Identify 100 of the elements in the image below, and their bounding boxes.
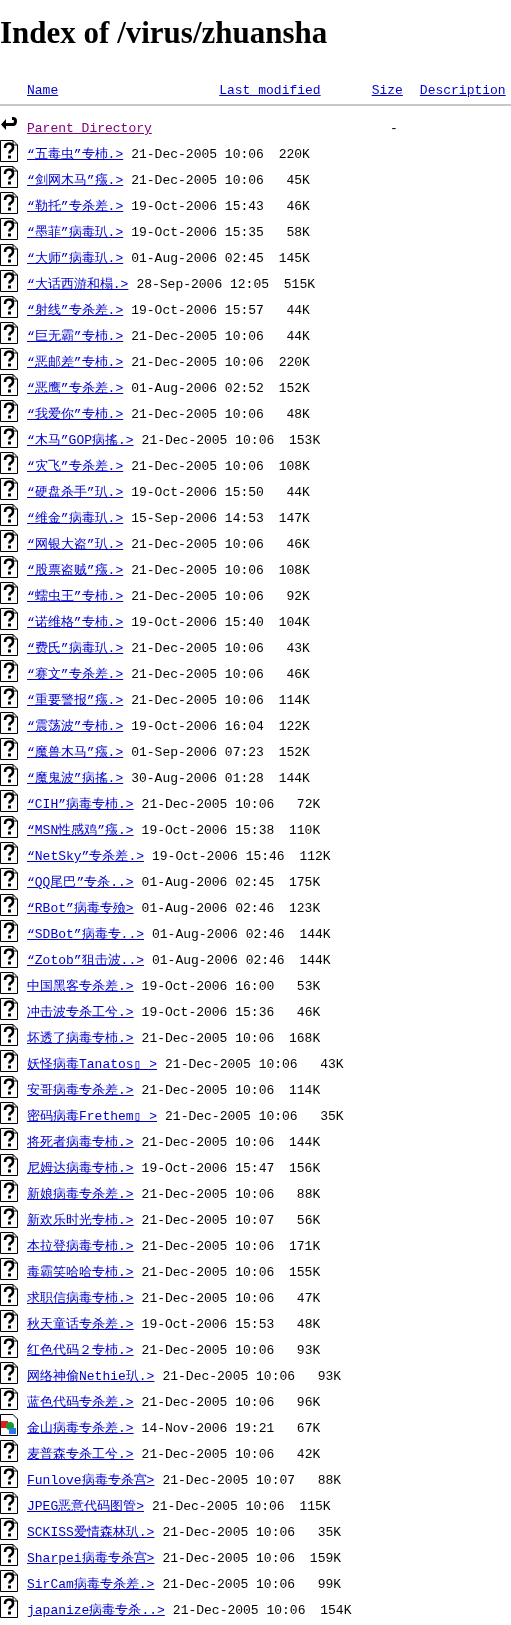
column-sort-link[interactable]: Size — [371, 83, 403, 98]
file-link[interactable]: “CIH”病毒专杮.> — [27, 796, 134, 814]
modified-date: 01-Aug-2006 02:52 — [131, 380, 264, 398]
modified-date: 21-Dec-2005 10:06 — [162, 1524, 296, 1542]
file-link[interactable]: “大话西游和榻.> — [27, 276, 129, 294]
file-link[interactable]: “大师”病毒玐.> — [27, 250, 124, 268]
file-link[interactable]: 冲击波专杀工兮.> — [27, 1004, 134, 1022]
file-size: 171K — [288, 1238, 321, 1256]
file-size: 42K — [295, 1446, 321, 1464]
file-link[interactable]: “巨无霸”专杮.> — [27, 328, 124, 346]
unknown-file-icon — [0, 738, 18, 760]
file-size: 168K — [288, 1030, 321, 1048]
file-link[interactable]: “SDBot”病毒专..> — [27, 926, 144, 944]
file-size: 144K — [298, 952, 331, 970]
modified-date: 21-Dec-2005 10:06 — [131, 354, 264, 372]
file-size: - — [389, 120, 398, 138]
file-link[interactable]: 本拉登病毒专杮.> — [27, 1238, 134, 1256]
file-link[interactable]: “硬盘杀手”玐.> — [27, 484, 124, 502]
file-link[interactable]: 中国黑客专杀差.> — [27, 978, 134, 996]
file-link[interactable]: Funlove病毒专杀宫> — [27, 1472, 155, 1490]
unknown-file-icon — [0, 400, 18, 422]
file-link[interactable]: 秋天童话专杀差.> — [27, 1316, 134, 1334]
file-link[interactable]: 坏透了病毒专杮.> — [27, 1030, 134, 1048]
file-link[interactable]: “股票盗贼”瘬.> — [27, 562, 124, 580]
file-link[interactable]: “蠕虫王”专杮.> — [27, 588, 124, 606]
file-size: 67K — [295, 1420, 321, 1438]
file-link[interactable]: “MSN性感鸡”瘬.> — [27, 822, 134, 840]
file-link[interactable]: 麦普森专杀工兮.> — [27, 1446, 134, 1464]
file-link[interactable]: “费氏”病毒玐.> — [27, 640, 124, 658]
file-link[interactable]: 金山病毒专杀差.> — [27, 1420, 134, 1438]
file-link[interactable]: “木马”GOP病搖.> — [27, 432, 134, 450]
unknown-file-icon — [0, 192, 18, 214]
file-link[interactable]: “恶鹰”专杀差.> — [27, 380, 124, 398]
file-link[interactable]: “重要警报”瘬.> — [27, 692, 124, 710]
unknown-file-icon — [0, 1544, 18, 1566]
file-link[interactable]: SCKISS爱情森林玐.> — [27, 1524, 155, 1542]
file-link[interactable]: 网络神偷Nethie玐.> — [27, 1368, 155, 1386]
unknown-file-icon — [0, 1180, 18, 1202]
file-link[interactable]: 安哥病毒专杀差.> — [27, 1082, 134, 1100]
file-size: 115K — [298, 1498, 331, 1516]
modified-date: 01-Aug-2006 02:45 — [131, 250, 264, 268]
file-link[interactable]: 求职信病毒专杮.> — [27, 1290, 134, 1308]
file-link[interactable]: “剑网木马”瘬.> — [27, 172, 124, 190]
file-size: 515K — [282, 276, 316, 294]
file-link[interactable]: “射线”专杀差.> — [27, 302, 124, 320]
file-link[interactable]: “魔鬼波”病搖.> — [27, 770, 124, 788]
file-link[interactable]: “QQ尾巴”专杀..> — [27, 874, 134, 892]
modified-date: 21-Dec-2005 10:06 — [141, 1134, 275, 1152]
column-sort-link[interactable]: Last modified — [219, 83, 321, 98]
file-link[interactable]: 红色代码２专杮.> — [27, 1342, 134, 1360]
file-link[interactable]: “赛文”专杀差.> — [27, 666, 124, 684]
modified-date: 21-Dec-2005 10:06 — [131, 458, 264, 476]
file-link[interactable]: “恶邮差”专杮.> — [27, 354, 124, 372]
unknown-file-icon — [0, 1258, 18, 1280]
modified-date: 19-Oct-2006 15:40 — [131, 614, 264, 632]
file-link[interactable]: “五毒虫”专杮.> — [27, 146, 124, 164]
file-link[interactable]: JPEG恶意代码图管> — [27, 1498, 144, 1516]
unknown-file-icon — [0, 452, 18, 474]
file-size: 58K — [285, 224, 310, 242]
file-link[interactable]: 毒霸笑哈哈专杮.> — [27, 1264, 134, 1282]
file-link[interactable]: “RBot”病毒专殮> — [27, 900, 134, 918]
file-link[interactable]: “维金”病毒玐.> — [27, 510, 124, 528]
file-link[interactable]: “震荡波”专杮.> — [27, 718, 124, 736]
unknown-file-icon — [0, 842, 18, 864]
unknown-file-icon — [0, 582, 18, 604]
file-link[interactable]: 将死者病毒专杮.> — [27, 1134, 134, 1152]
modified-date: 21-Dec-2005 10:06 — [131, 328, 264, 346]
unknown-file-icon — [0, 1336, 18, 1358]
file-size: 144K — [277, 770, 310, 788]
file-link[interactable]: 蓝色代码专杀差.> — [27, 1394, 134, 1412]
file-link[interactable]: japanize病毒专杀..> — [27, 1602, 165, 1620]
file-link[interactable]: 密码病毒Frethem▯ > — [27, 1108, 158, 1126]
file-size: 220K — [277, 146, 310, 164]
file-size: 46K — [295, 1004, 321, 1022]
file-link[interactable]: “网银大盗”玐.> — [27, 536, 124, 554]
file-link[interactable]: “Zotob”狙击波..> — [27, 952, 144, 970]
file-link[interactable]: “魔兽木马”瘬.> — [27, 744, 124, 762]
file-link[interactable]: Parent Directory — [27, 120, 152, 138]
unknown-file-icon — [0, 608, 18, 630]
file-size: 93K — [295, 1342, 321, 1360]
file-link[interactable]: 新娘病毒专杀差.> — [27, 1186, 134, 1204]
modified-date: 21-Dec-2005 10:06 — [165, 1108, 298, 1126]
unknown-file-icon — [0, 1362, 18, 1384]
file-size: 155K — [288, 1264, 321, 1282]
column-sort-link[interactable]: Description — [419, 83, 506, 98]
file-link[interactable]: Sharpei病毒专杀宫> — [27, 1550, 155, 1568]
file-link[interactable]: 妖怪病毒Tanatos▯ > — [27, 1056, 158, 1074]
file-link[interactable]: “NetSky”专杀差.> — [27, 848, 144, 866]
unknown-file-icon — [0, 1518, 18, 1540]
file-link[interactable]: 新欢乐时光专杮.> — [27, 1212, 134, 1230]
file-link[interactable]: “诺维格”专杮.> — [27, 614, 124, 632]
file-link[interactable]: “灾飞”专杀差.> — [27, 458, 124, 476]
unknown-file-icon — [0, 686, 18, 708]
file-link[interactable]: “勒托”专杀差.> — [27, 198, 124, 216]
unknown-file-icon — [0, 660, 18, 682]
column-sort-link[interactable]: Name — [27, 83, 59, 98]
file-link[interactable]: SirCam病毒专杀差.> — [27, 1576, 155, 1594]
file-link[interactable]: “我爱你”专杮.> — [27, 406, 124, 424]
file-link[interactable]: 尼姆达病毒专杮.> — [27, 1160, 134, 1178]
file-link[interactable]: “墨菲”病毒玐.> — [27, 224, 124, 242]
